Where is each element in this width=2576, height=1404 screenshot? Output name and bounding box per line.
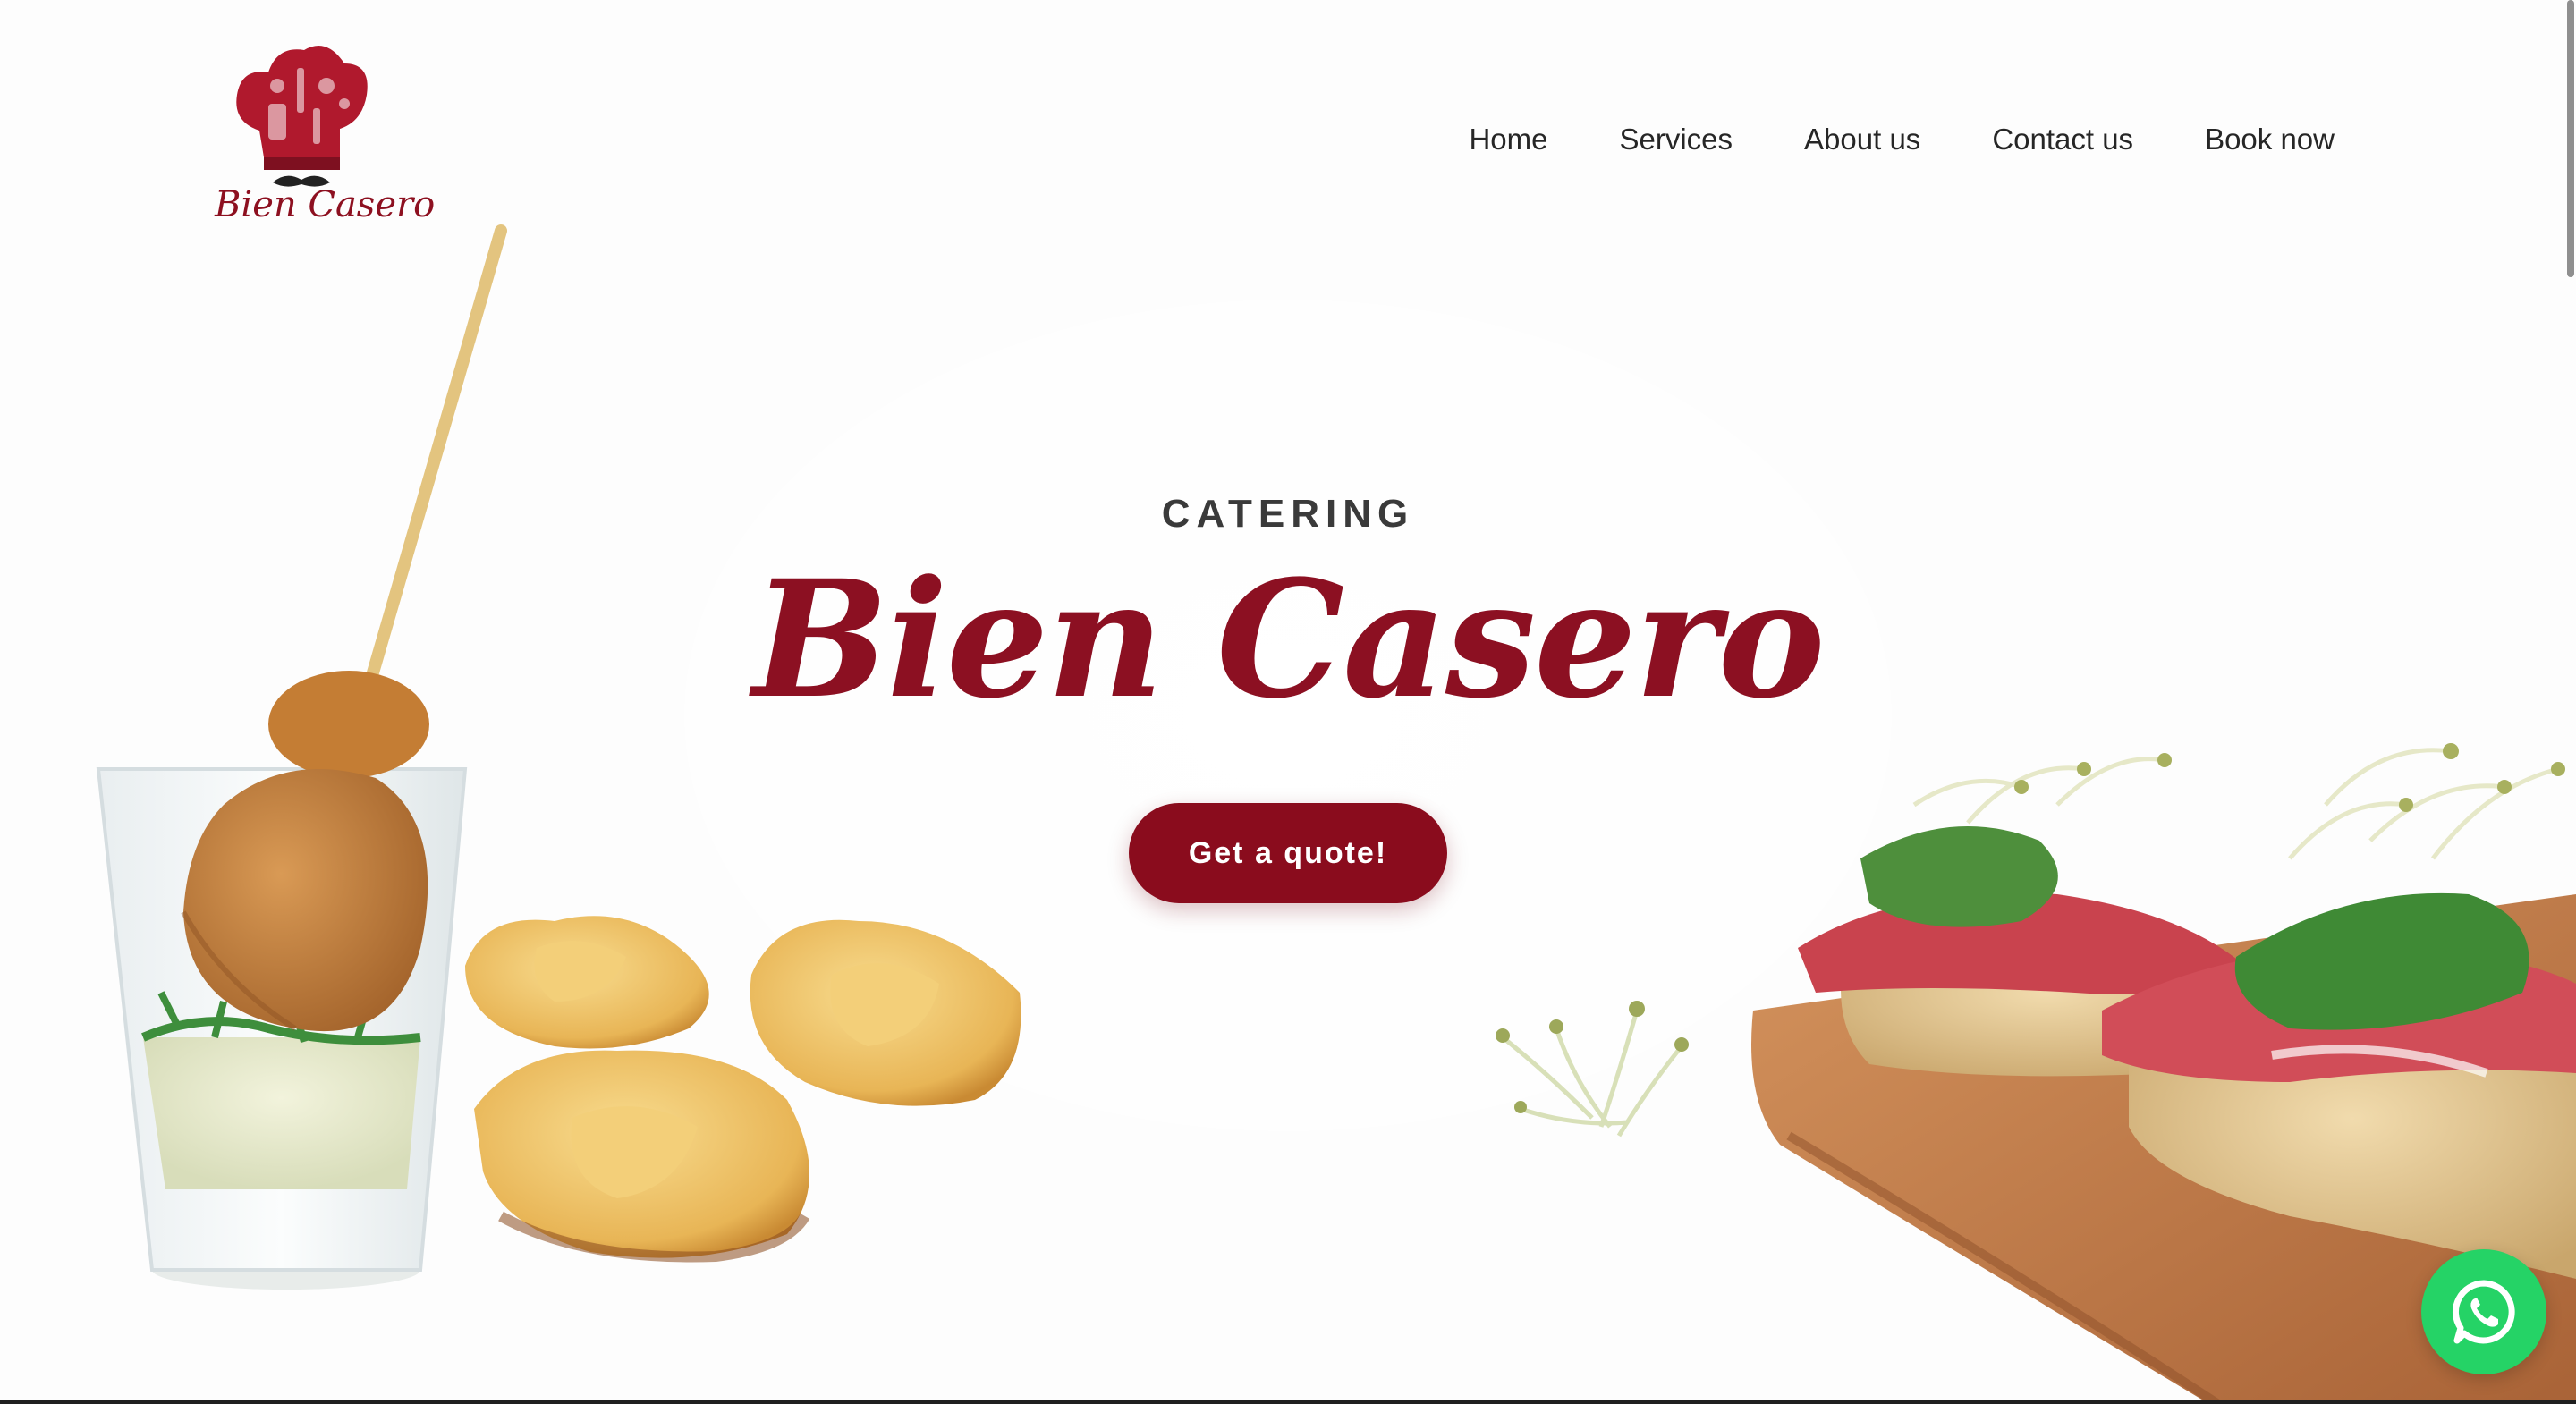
hero-title: Bien Casero bbox=[752, 546, 1825, 734]
logo[interactable]: Bien Casero bbox=[215, 32, 436, 233]
nav-contact-link[interactable]: Contact us bbox=[1992, 123, 2133, 156]
nav-home-link[interactable]: Home bbox=[1469, 123, 1547, 156]
logo-wordmark: Bien Casero bbox=[215, 184, 436, 225]
hero-eyebrow: CATERING bbox=[1161, 492, 1415, 536]
get-quote-button[interactable]: Get a quote! bbox=[1129, 803, 1447, 903]
nav-services-link[interactable]: Services bbox=[1620, 123, 1733, 156]
page-bottom-border bbox=[0, 1400, 2576, 1404]
nav-book-now-link[interactable]: Book now bbox=[2205, 123, 2334, 156]
whatsapp-button[interactable] bbox=[2421, 1249, 2546, 1374]
whatsapp-icon bbox=[2452, 1280, 2515, 1344]
nav-about-link[interactable]: About us bbox=[1804, 123, 1920, 156]
chef-hat-logo-icon bbox=[236, 46, 368, 187]
main-navigation: Home Services About us Contact us Book n… bbox=[1469, 113, 2334, 166]
page-scrollbar[interactable] bbox=[2567, 0, 2574, 277]
